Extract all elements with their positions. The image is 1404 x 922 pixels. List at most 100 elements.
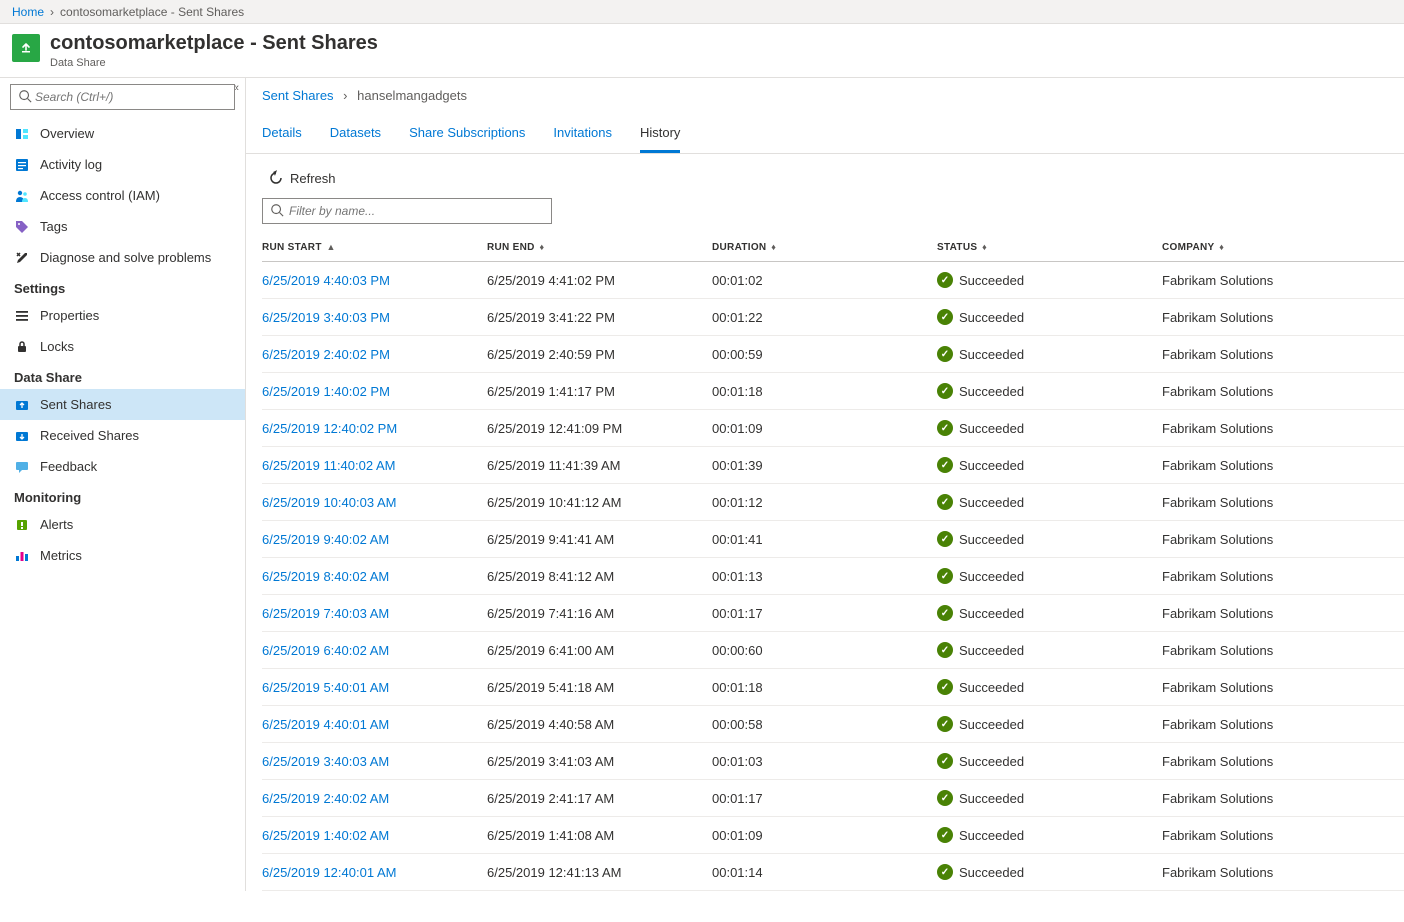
run-start-link[interactable]: 6/25/2019 6:40:02 AM (262, 643, 389, 658)
cell-duration: 00:01:18 (712, 373, 937, 410)
tab-datasets[interactable]: Datasets (330, 113, 381, 153)
cell-status: ✓Succeeded (937, 262, 1162, 299)
sidebar-item-sent-shares[interactable]: Sent Shares (0, 389, 245, 420)
run-start-link[interactable]: 6/25/2019 1:40:02 AM (262, 828, 389, 843)
cell-run-start: 6/25/2019 6:40:02 AM (262, 632, 487, 669)
col-run-start[interactable]: RUN START ▲ (262, 234, 487, 262)
sidebar-item-label: Received Shares (40, 428, 139, 443)
col-company[interactable]: COMPANY ♦ (1162, 234, 1404, 262)
cell-company: Fabrikam Solutions (1162, 262, 1404, 299)
sidebar-item-activity-log[interactable]: Activity log (0, 149, 245, 180)
table-row: 6/25/2019 12:40:02 PM6/25/2019 12:41:09 … (262, 410, 1404, 447)
run-start-link[interactable]: 6/25/2019 7:40:03 AM (262, 606, 389, 621)
cell-run-end: 6/25/2019 11:41:39 AM (487, 447, 712, 484)
cell-run-end: 6/25/2019 3:41:22 PM (487, 299, 712, 336)
sidebar-item-label: Access control (IAM) (40, 188, 160, 203)
col-run-end[interactable]: RUN END ♦ (487, 234, 712, 262)
sidebar-item-metrics[interactable]: Metrics (0, 540, 245, 571)
run-start-link[interactable]: 6/25/2019 9:40:02 AM (262, 532, 389, 547)
breadcrumb-home[interactable]: Home (12, 5, 44, 19)
success-icon: ✓ (937, 568, 953, 584)
sidebar-item-tags[interactable]: Tags (0, 211, 245, 242)
sidebar-item-label: Sent Shares (40, 397, 112, 412)
sidebar-item-properties[interactable]: Properties (0, 300, 245, 331)
cell-run-end: 6/25/2019 4:40:58 AM (487, 706, 712, 743)
search-input[interactable] (10, 84, 235, 110)
success-icon: ✓ (937, 494, 953, 510)
success-icon: ✓ (937, 309, 953, 325)
cell-run-start: 6/25/2019 4:40:01 AM (262, 706, 487, 743)
status-text: Succeeded (959, 421, 1024, 436)
sidebar-item-access-control[interactable]: Access control (IAM) (0, 180, 245, 211)
alerts-icon (14, 517, 30, 533)
sidebar-item-label: Alerts (40, 517, 73, 532)
cell-duration: 00:01:02 (712, 262, 937, 299)
tab-details[interactable]: Details (262, 113, 302, 153)
cell-duration: 00:00:58 (712, 706, 937, 743)
run-start-link[interactable]: 6/25/2019 12:40:01 AM (262, 865, 396, 880)
sidebar-item-received-shares[interactable]: Received Shares (0, 420, 245, 451)
sidebar-item-overview[interactable]: Overview (0, 118, 245, 149)
run-start-link[interactable]: 6/25/2019 3:40:03 AM (262, 754, 389, 769)
sidebar-item-label: Locks (40, 339, 74, 354)
tab-share-subscriptions[interactable]: Share Subscriptions (409, 113, 525, 153)
col-status[interactable]: STATUS ♦ (937, 234, 1162, 262)
success-icon: ✓ (937, 531, 953, 547)
table-row: 6/25/2019 4:40:01 AM 6/25/2019 4:40:58 AM… (262, 706, 1404, 743)
success-icon: ✓ (937, 790, 953, 806)
status-text: Succeeded (959, 495, 1024, 510)
sidebar-item-label: Metrics (40, 548, 82, 563)
status-text: Succeeded (959, 680, 1024, 695)
sidebar-item-alerts[interactable]: Alerts (0, 509, 245, 540)
locks-icon (14, 339, 30, 355)
run-start-link[interactable]: 6/25/2019 10:40:03 AM (262, 495, 396, 510)
history-table: RUN START ▲ RUN END ♦ DURATION ♦ STATUS … (262, 234, 1404, 891)
success-icon: ✓ (937, 679, 953, 695)
cell-status: ✓Succeeded (937, 854, 1162, 891)
cell-status: ✓Succeeded (937, 595, 1162, 632)
cell-company: Fabrikam Solutions (1162, 669, 1404, 706)
sent-shares-icon (14, 397, 30, 413)
sidebar-item-locks[interactable]: Locks (0, 331, 245, 362)
run-start-link[interactable]: 6/25/2019 2:40:02 PM (262, 347, 390, 362)
filter-icon (270, 203, 284, 217)
col-duration[interactable]: DURATION ♦ (712, 234, 937, 262)
run-start-link[interactable]: 6/25/2019 11:40:02 AM (262, 458, 395, 473)
run-start-link[interactable]: 6/25/2019 8:40:02 AM (262, 569, 389, 584)
cell-company: Fabrikam Solutions (1162, 780, 1404, 817)
sidebar-item-feedback[interactable]: Feedback (0, 451, 245, 482)
refresh-button[interactable]: Refresh (262, 166, 342, 190)
refresh-icon (268, 170, 284, 186)
received-shares-icon (14, 428, 30, 444)
status-text: Succeeded (959, 569, 1024, 584)
tabs: Details Datasets Share Subscriptions Inv… (246, 113, 1404, 154)
cell-company: Fabrikam Solutions (1162, 336, 1404, 373)
cell-company: Fabrikam Solutions (1162, 373, 1404, 410)
breadcrumb-sent-shares[interactable]: Sent Shares (262, 88, 334, 103)
success-icon: ✓ (937, 642, 953, 658)
run-start-link[interactable]: 6/25/2019 1:40:02 PM (262, 384, 390, 399)
cell-duration: 00:01:39 (712, 447, 937, 484)
cell-run-start: 6/25/2019 9:40:02 AM (262, 521, 487, 558)
status-text: Succeeded (959, 273, 1024, 288)
sidebar-item-diagnose[interactable]: Diagnose and solve problems (0, 242, 245, 273)
run-start-link[interactable]: 6/25/2019 4:40:01 AM (262, 717, 389, 732)
status-text: Succeeded (959, 643, 1024, 658)
run-start-link[interactable]: 6/25/2019 2:40:02 AM (262, 791, 389, 806)
diagnose-icon (14, 250, 30, 266)
cell-status: ✓ Succeeded (937, 558, 1162, 595)
tab-history[interactable]: History (640, 113, 680, 153)
tab-invitations[interactable]: Invitations (553, 113, 612, 153)
run-start-link[interactable]: 6/25/2019 3:40:03 PM (262, 310, 390, 325)
run-start-link[interactable]: 6/25/2019 4:40:03 PM (262, 273, 390, 288)
cell-duration: 00:01:09 (712, 817, 937, 854)
run-start-link[interactable]: 6/25/2019 5:40:01 AM (262, 680, 389, 695)
sidebar-group-settings: Settings (0, 273, 245, 300)
filter-input[interactable] (262, 198, 552, 224)
success-icon: ✓ (937, 753, 953, 769)
table-row: 6/25/2019 2:40:02 AM6/25/2019 2:41:17 AM… (262, 780, 1404, 817)
status-text: Succeeded (959, 754, 1024, 769)
table-row: 6/25/2019 5:40:01 AM6/25/2019 5:41:18 AM… (262, 669, 1404, 706)
run-start-link[interactable]: 6/25/2019 12:40:02 PM (262, 421, 397, 436)
cell-duration: 00:01:13 (712, 558, 937, 595)
